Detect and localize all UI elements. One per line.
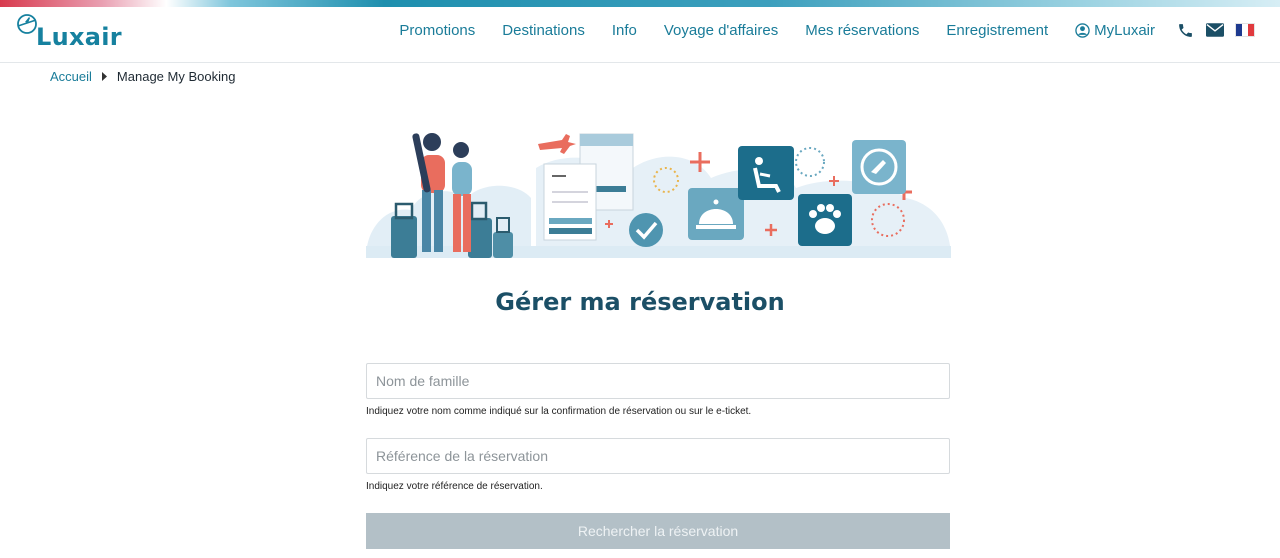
search-booking-button[interactable]: Rechercher la réservation bbox=[366, 513, 950, 549]
nav-voyage-affaires[interactable]: Voyage d'affaires bbox=[664, 22, 778, 39]
manage-booking-illustration bbox=[366, 133, 951, 258]
nav-mes-reservations[interactable]: Mes réservations bbox=[805, 22, 919, 39]
mail-icon[interactable] bbox=[1205, 20, 1225, 40]
french-flag-icon[interactable] bbox=[1235, 23, 1255, 37]
booking-reference-help-text: Indiquez votre référence de réservation. bbox=[366, 481, 543, 492]
top-color-stripe bbox=[0, 0, 1280, 7]
lastname-help-text: Indiquez votre nom comme indiqué sur la … bbox=[366, 406, 752, 417]
page-title: Gérer ma réservation bbox=[495, 288, 785, 316]
breadcrumb: Accueil Manage My Booking bbox=[50, 69, 235, 84]
nav-promotions[interactable]: Promotions bbox=[399, 22, 475, 39]
lastname-field[interactable] bbox=[366, 363, 950, 399]
chevron-right-icon bbox=[101, 72, 108, 81]
myluxair-label: MyLuxair bbox=[1094, 21, 1155, 39]
luxair-logo[interactable]: Luxair bbox=[16, 13, 136, 53]
booking-reference-input[interactable] bbox=[367, 439, 949, 473]
booking-reference-field[interactable] bbox=[366, 438, 950, 474]
breadcrumb-current: Manage My Booking bbox=[116, 69, 236, 84]
nav-enregistrement[interactable]: Enregistrement bbox=[946, 22, 1048, 39]
nav-myluxair[interactable]: MyLuxair bbox=[1075, 22, 1155, 39]
nav-destinations[interactable]: Destinations bbox=[502, 22, 585, 39]
site-header: Luxair Promotions Destinations Info Voya… bbox=[0, 7, 1280, 63]
phone-icon[interactable] bbox=[1175, 20, 1195, 40]
nav-info[interactable]: Info bbox=[612, 22, 637, 39]
breadcrumb-home-link[interactable]: Accueil bbox=[50, 69, 92, 84]
logo-text: Luxair bbox=[36, 23, 122, 51]
user-icon bbox=[1075, 22, 1090, 38]
lastname-input[interactable] bbox=[367, 364, 949, 398]
main-nav: Promotions Destinations Info Voyage d'af… bbox=[399, 7, 1280, 53]
